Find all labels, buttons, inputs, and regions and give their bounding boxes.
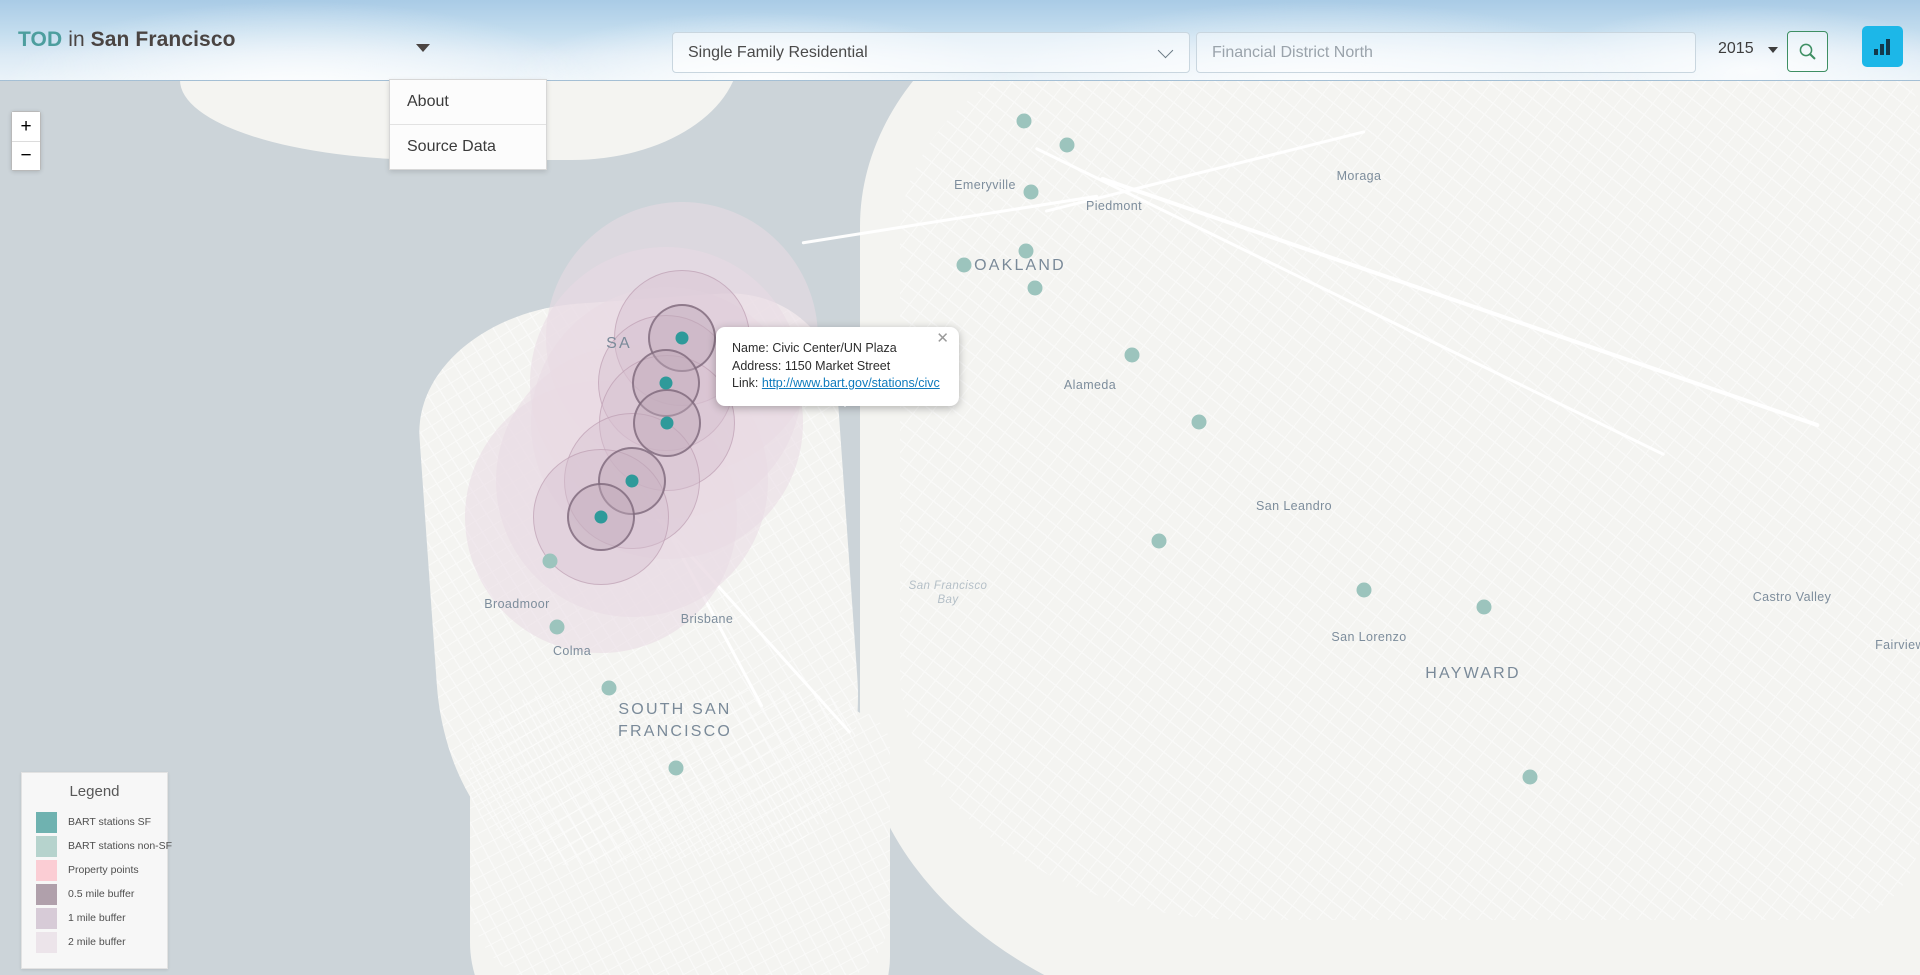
property-type-select[interactable]: Single Family Residential — [672, 32, 1190, 73]
popup-address-row: Address: 1150 Market Street — [732, 358, 945, 376]
zoom-out-button[interactable]: − — [12, 141, 40, 170]
legend-item-label: 0.5 mile buffer — [68, 888, 135, 900]
legend-title: Legend — [69, 783, 120, 800]
legend-item: 1 mile buffer — [22, 906, 167, 930]
legend-swatch — [36, 811, 57, 833]
legend-swatch — [36, 859, 57, 881]
map-zoom-controls[interactable]: + − — [11, 111, 41, 171]
map-legend: Legend BART stations SF BART stations non… — [21, 772, 172, 969]
popup-link-label: Link: — [732, 376, 759, 391]
legend-rows: BART stations SF BART stations non-SF Prop… — [22, 810, 172, 954]
legend-item: BART stations SF — [22, 810, 167, 834]
popup-pointer-tail — [834, 394, 856, 407]
popup-address-label: Address: — [732, 358, 782, 373]
legend-item-label: BART stations non-SF — [68, 840, 173, 852]
legend-item: BART stations non-SF — [22, 834, 172, 858]
brand-city: San Francisco — [90, 28, 236, 51]
chevron-down-icon[interactable] — [416, 44, 430, 52]
popup-name-label: Name: — [732, 341, 769, 355]
legend-item: 2 mile buffer — [22, 930, 167, 954]
brand-in: in — [68, 28, 85, 51]
tod-map-application: SausalitoMoragaEmeryvillePiedmontOAKLAND… — [0, 0, 1920, 975]
page-title: TOD in San Francisco — [18, 28, 236, 52]
close-icon[interactable]: ✕ — [936, 331, 949, 346]
legend-item-label: BART stations SF — [68, 816, 152, 828]
landmass-peninsula — [470, 690, 890, 975]
legend-item: 0.5 mile buffer — [22, 882, 167, 906]
neighborhood-input[interactable]: Financial District North — [1196, 32, 1696, 73]
chart-button[interactable] — [1862, 26, 1903, 67]
brand-tod: TOD — [18, 28, 63, 51]
bar-chart-icon — [1874, 39, 1890, 55]
legend-swatch — [36, 835, 57, 857]
legend-item-label: 2 mile buffer — [68, 936, 126, 948]
menu-item-about[interactable]: About — [390, 80, 546, 124]
legend-swatch — [36, 907, 57, 929]
search-button[interactable] — [1787, 31, 1828, 72]
app-header: TOD in San Francisco Single Family Resid… — [0, 0, 1920, 81]
legend-swatch — [36, 883, 57, 905]
station-link[interactable]: http://www.bart.gov/stations/civc — [762, 376, 940, 390]
zoom-in-button[interactable]: + — [12, 112, 40, 141]
legend-swatch — [36, 931, 57, 953]
legend-item: Property points — [22, 858, 167, 882]
menu-item-source-data[interactable]: Source Data — [390, 124, 546, 169]
popup-link-row: Link: http://www.bart.gov/stations/civc — [732, 375, 945, 393]
legend-item-label: Property points — [68, 864, 139, 876]
search-icon — [1799, 43, 1816, 60]
header-dropdown-menu[interactable]: About Source Data — [389, 79, 547, 170]
caret-down-icon[interactable] — [1768, 47, 1778, 53]
map-canvas[interactable] — [0, 0, 1920, 975]
legend-item-label: 1 mile buffer — [68, 912, 126, 924]
year-select[interactable]: 2015 — [1718, 40, 1754, 58]
popup-name-value: Civic Center/UN Plaza — [772, 341, 897, 355]
popup-address-value: 1150 Market Street — [784, 358, 891, 373]
popup-name-row: Name: Civic Center/UN Plaza — [732, 340, 945, 358]
